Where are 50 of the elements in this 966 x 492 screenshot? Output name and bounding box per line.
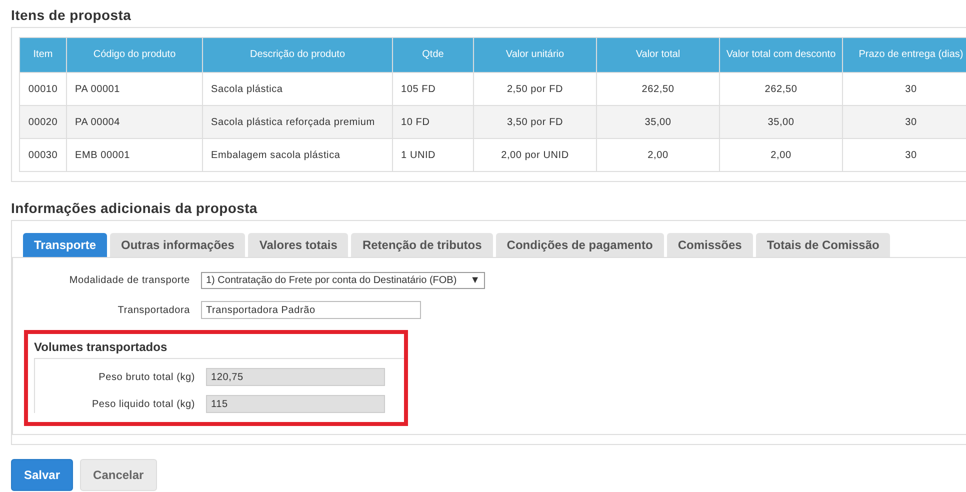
- cancel-button[interactable]: Cancelar: [80, 459, 157, 491]
- table-cell: Sacola plástica: [202, 72, 392, 106]
- table-cell: 35,00: [720, 106, 842, 138]
- table-cell: 00030: [20, 138, 66, 172]
- table-cell: 30: [842, 72, 966, 106]
- column-header: Código do produto: [66, 38, 202, 72]
- table-cell: Sacola plástica reforçada premium: [202, 106, 392, 138]
- tab[interactable]: Transporte: [23, 233, 108, 257]
- table-cell: 2,00 por UNID: [474, 138, 596, 172]
- table-cell: Embalagem sacola plástica: [202, 138, 392, 172]
- tab[interactable]: Valores totais: [248, 233, 348, 257]
- field-label: Transportadora: [116, 304, 190, 316]
- tab[interactable]: Totais de Comissão: [756, 233, 890, 257]
- table-cell: 30: [842, 138, 966, 172]
- table-cell: 1 UNID: [392, 138, 474, 172]
- table-cell: 35,00: [596, 106, 720, 138]
- field-label: Peso bruto total (kg): [98, 372, 195, 382]
- table-cell: 10 FD: [392, 106, 474, 138]
- table-cell: EMB 00001: [66, 138, 202, 172]
- column-header: Prazo de entrega (dias): [842, 38, 966, 72]
- table-cell: PA 00001: [66, 72, 202, 106]
- tab[interactable]: Outras informações: [110, 233, 246, 257]
- tab[interactable]: Retenção de tributos: [351, 233, 493, 257]
- save-button[interactable]: Salvar: [11, 459, 74, 491]
- table-cell: 00010: [20, 72, 66, 106]
- table-cell: 105 FD: [392, 72, 474, 106]
- input-field[interactable]: Transportadora Padrão: [201, 301, 421, 319]
- tab[interactable]: Comissões: [666, 233, 753, 257]
- column-header: Valor unitário: [474, 38, 596, 72]
- field-label: Modalidade de transporte: [68, 274, 190, 286]
- table-cell: 30: [842, 106, 966, 138]
- field-label: Peso liquido total (kg): [90, 398, 195, 410]
- table-cell: 262,50: [596, 72, 720, 106]
- subsection-title: Volumes transportados: [34, 340, 168, 354]
- table-cell: 262,50: [720, 72, 842, 106]
- column-header: Valor total com desconto: [720, 38, 842, 72]
- column-header: Descrição do produto: [202, 38, 392, 72]
- table-cell: PA 00004: [66, 106, 202, 138]
- section-title: Itens de proposta: [11, 7, 132, 25]
- tab[interactable]: Condições de pagamento: [496, 233, 664, 257]
- table-cell: 3,50 por FD: [474, 106, 596, 138]
- table-cell: 2,50 por FD: [474, 72, 596, 106]
- table-cell: 2,00: [720, 138, 842, 172]
- transport-select[interactable]: 1) Contratação do Frete por conta do Destinatário (FOB) ▼: [201, 272, 485, 288]
- table-cell: 2,00: [596, 138, 720, 172]
- column-header: Valor total: [596, 38, 720, 72]
- column-header: Qtde: [392, 38, 474, 72]
- table-cell: 00020: [20, 106, 66, 138]
- column-header: Item: [20, 38, 66, 72]
- section-title: Informações adicionais da proposta: [11, 200, 258, 218]
